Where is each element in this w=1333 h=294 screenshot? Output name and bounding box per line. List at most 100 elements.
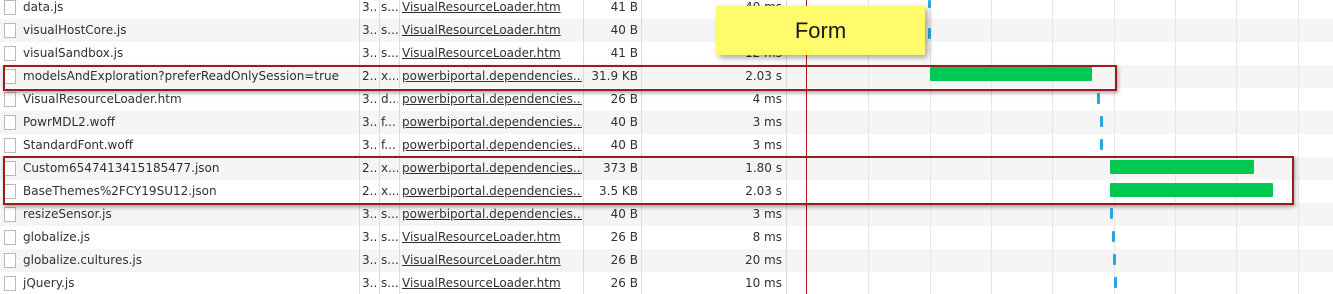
request-status: 3... xyxy=(362,207,377,221)
request-initiator-link[interactable]: powerbiportal.dependencies.... xyxy=(402,157,582,180)
file-icon xyxy=(4,276,16,291)
waterfall-bar-jquery xyxy=(1114,277,1117,288)
request-initiator-link[interactable]: VisualResourceLoader.htm xyxy=(402,0,582,19)
request-row[interactable]: jQuery.js 3... s... VisualResourceLoader.ht… xyxy=(0,272,1333,294)
request-status: 3... xyxy=(362,276,377,290)
request-type: x... xyxy=(381,161,398,175)
request-type: s... xyxy=(381,207,398,221)
request-size: 26 B xyxy=(610,230,638,244)
request-initiator-link[interactable]: powerbiportal.dependencies.... xyxy=(402,134,582,157)
request-name: VisualResourceLoader.htm xyxy=(23,92,182,106)
request-row[interactable]: modelsAndExploration?preferReadOnlySessi… xyxy=(0,65,1333,88)
request-name: modelsAndExploration?preferReadOnlySessi… xyxy=(23,69,339,83)
request-time: 4 ms xyxy=(752,92,782,106)
request-row[interactable]: PowrMDL2.woff 3... f... powerbiportal.depen… xyxy=(0,111,1333,134)
request-name: visualSandbox.js xyxy=(23,46,124,60)
request-size: 40 B xyxy=(610,23,638,37)
request-row[interactable]: globalize.cultures.js 3... s... VisualResou… xyxy=(0,249,1333,272)
waterfall-bar-basethemes-json xyxy=(1110,183,1273,197)
request-name-cell[interactable]: globalize.cultures.js xyxy=(4,249,358,272)
request-initiator-link[interactable]: VisualResourceLoader.htm xyxy=(402,249,582,272)
request-type: s... xyxy=(381,276,398,290)
request-type: s... xyxy=(381,23,398,37)
request-size: 40 B xyxy=(610,115,638,129)
request-initiator-link[interactable]: powerbiportal.dependencies.... xyxy=(402,111,582,134)
request-row[interactable]: visualSandbox.js 3... s... VisualResourceLo… xyxy=(0,42,1333,65)
request-size: 3.5 KB xyxy=(599,184,638,198)
waterfall-gridline xyxy=(991,0,992,294)
request-status: 3... xyxy=(362,230,377,244)
request-size: 41 B xyxy=(610,46,638,60)
request-status: 3... xyxy=(362,23,377,37)
waterfall-bar-visualhostcore xyxy=(928,28,931,39)
request-status: 2... xyxy=(362,184,377,198)
request-status: 3... xyxy=(362,0,377,14)
file-icon xyxy=(4,0,16,15)
request-initiator-link[interactable]: VisualResourceLoader.htm xyxy=(402,19,582,42)
request-type: x... xyxy=(381,69,398,83)
request-size: 26 B xyxy=(610,253,638,267)
file-icon xyxy=(4,23,16,38)
request-initiator-link[interactable]: powerbiportal.dependencies.... xyxy=(402,203,582,226)
request-initiator-link[interactable]: powerbiportal.dependencies.... xyxy=(402,65,582,88)
request-status: 3... xyxy=(362,115,377,129)
request-row[interactable]: data.js 3... s... VisualResourceLoader.htm 4… xyxy=(0,0,1333,19)
request-name-cell[interactable]: visualSandbox.js xyxy=(4,42,358,65)
request-status: 3... xyxy=(362,92,377,106)
waterfall-bar-data-js xyxy=(928,0,931,8)
column-divider xyxy=(583,0,584,294)
waterfall-bar-custom-json xyxy=(1110,160,1254,174)
request-name-cell[interactable]: BaseThemes%2FCY19SU12.json xyxy=(4,180,358,203)
request-name: visualHostCore.js xyxy=(23,23,127,37)
file-icon xyxy=(4,46,16,61)
request-name-cell[interactable]: Custom6547413415185477.json xyxy=(4,157,358,180)
request-status: 2... xyxy=(362,69,377,83)
request-status: 3... xyxy=(362,46,377,60)
request-row[interactable]: resizeSensor.js 3... s... powerbiportal.dep… xyxy=(0,203,1333,226)
request-initiator-link[interactable]: VisualResourceLoader.htm xyxy=(402,42,582,65)
request-row[interactable]: StandardFont.woff 3... f... powerbiportal.d… xyxy=(0,134,1333,157)
request-type: f... xyxy=(381,138,396,152)
request-name-cell[interactable]: modelsAndExploration?preferReadOnlySessi… xyxy=(4,65,358,88)
request-name-cell[interactable]: jQuery.js xyxy=(4,272,358,294)
request-type: f... xyxy=(381,115,396,129)
request-name: StandardFont.woff xyxy=(23,138,133,152)
request-time: 20 ms xyxy=(744,253,782,267)
waterfall-bar-globalize xyxy=(1112,231,1115,242)
request-name-cell[interactable]: PowrMDL2.woff xyxy=(4,111,358,134)
request-time: 1.80 s xyxy=(745,161,782,175)
request-name: globalize.js xyxy=(23,230,91,244)
request-type: s... xyxy=(381,0,398,14)
request-initiator-link[interactable]: powerbiportal.dependencies.... xyxy=(402,180,582,203)
request-initiator-link[interactable]: powerbiportal.dependencies.... xyxy=(402,88,582,111)
request-row[interactable]: VisualResourceLoader.htm 3... d... powerbip… xyxy=(0,88,1333,111)
waterfall-bar-resizesensor xyxy=(1110,208,1113,219)
request-row[interactable]: visualHostCore.js 3... s... VisualResourceL… xyxy=(0,19,1333,42)
request-initiator-link[interactable]: VisualResourceLoader.htm xyxy=(402,272,582,294)
request-name-cell[interactable]: StandardFont.woff xyxy=(4,134,358,157)
file-icon xyxy=(4,184,16,199)
request-name-cell[interactable]: resizeSensor.js xyxy=(4,203,358,226)
request-time: 3 ms xyxy=(752,115,782,129)
request-name: data.js xyxy=(23,0,64,14)
request-name-cell[interactable]: visualHostCore.js xyxy=(4,19,358,42)
waterfall-gridline xyxy=(1052,0,1053,294)
file-icon xyxy=(4,92,16,107)
request-size: 373 B xyxy=(603,161,638,175)
request-name-cell[interactable]: data.js xyxy=(4,0,358,19)
request-name: BaseThemes%2FCY19SU12.json xyxy=(23,184,217,198)
waterfall-bar-globalize-cultures xyxy=(1113,254,1116,265)
request-row[interactable]: globalize.js 3... s... VisualResourceLoader… xyxy=(0,226,1333,249)
waterfall-gridline xyxy=(1114,0,1115,294)
request-name-cell[interactable]: globalize.js xyxy=(4,226,358,249)
column-divider xyxy=(379,0,380,294)
request-time: 8 ms xyxy=(752,230,782,244)
column-divider xyxy=(399,0,400,294)
request-name-cell[interactable]: VisualResourceLoader.htm xyxy=(4,88,358,111)
request-time: 3 ms xyxy=(752,207,782,221)
request-initiator-link[interactable]: VisualResourceLoader.htm xyxy=(402,226,582,249)
request-status: 3... xyxy=(362,253,377,267)
network-request-table: data.js 3... s... VisualResourceLoader.htm 4… xyxy=(0,0,1333,294)
request-time: 2.03 s xyxy=(745,184,782,198)
request-name: resizeSensor.js xyxy=(23,207,112,221)
